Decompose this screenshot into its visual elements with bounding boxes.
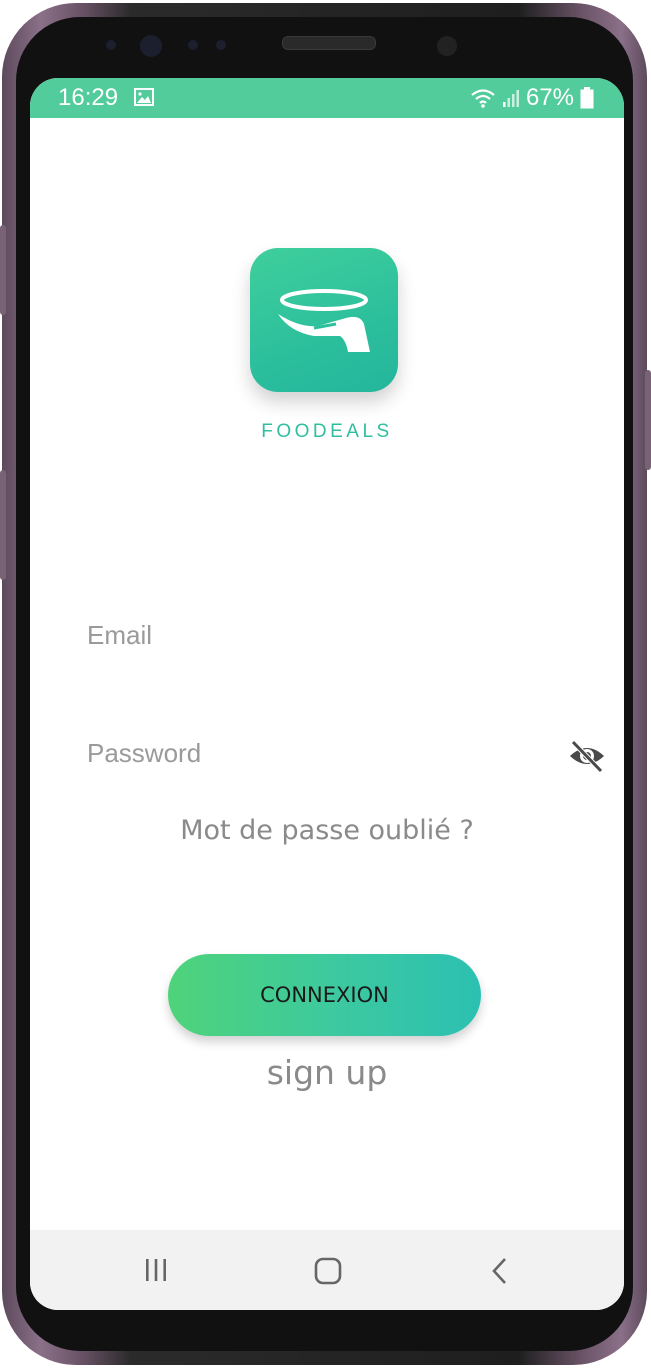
status-right: 67% bbox=[470, 84, 594, 112]
login-button[interactable]: CONNEXION bbox=[168, 954, 481, 1036]
home-icon[interactable] bbox=[313, 1256, 343, 1286]
proximity-sensor bbox=[437, 36, 457, 56]
earpiece-speaker bbox=[282, 36, 376, 50]
status-time: 16:29 bbox=[58, 84, 119, 111]
hand-with-halo-icon bbox=[278, 289, 370, 352]
volume-button bbox=[0, 225, 6, 315]
battery-icon bbox=[580, 87, 594, 109]
battery-percent: 67% bbox=[525, 84, 574, 111]
signup-link[interactable]: sign up bbox=[30, 1053, 624, 1092]
app-name: FOODEALS bbox=[261, 421, 393, 442]
status-bar: 16:29 67% bbox=[30, 78, 624, 118]
screen: 16:29 67% FOODEALS Email Password Mot de… bbox=[30, 78, 624, 1310]
bixby-button bbox=[0, 470, 6, 580]
image-icon bbox=[134, 88, 154, 106]
front-camera bbox=[140, 35, 162, 57]
back-icon[interactable] bbox=[490, 1256, 510, 1286]
sensor bbox=[216, 40, 226, 50]
forgot-password-link[interactable]: Mot de passe oublié ? bbox=[30, 815, 624, 846]
power-button bbox=[645, 370, 651, 470]
recent-apps-icon[interactable] bbox=[142, 1256, 170, 1284]
app-logo bbox=[250, 248, 398, 392]
wifi-icon bbox=[471, 89, 495, 108]
sensor bbox=[106, 40, 116, 50]
signal-icon bbox=[502, 90, 519, 107]
password-field[interactable]: Password bbox=[87, 738, 201, 769]
navigation-bar bbox=[30, 1230, 624, 1310]
eye-off-icon[interactable] bbox=[567, 738, 607, 774]
sensor bbox=[188, 40, 198, 50]
email-field[interactable]: Email bbox=[87, 620, 152, 651]
